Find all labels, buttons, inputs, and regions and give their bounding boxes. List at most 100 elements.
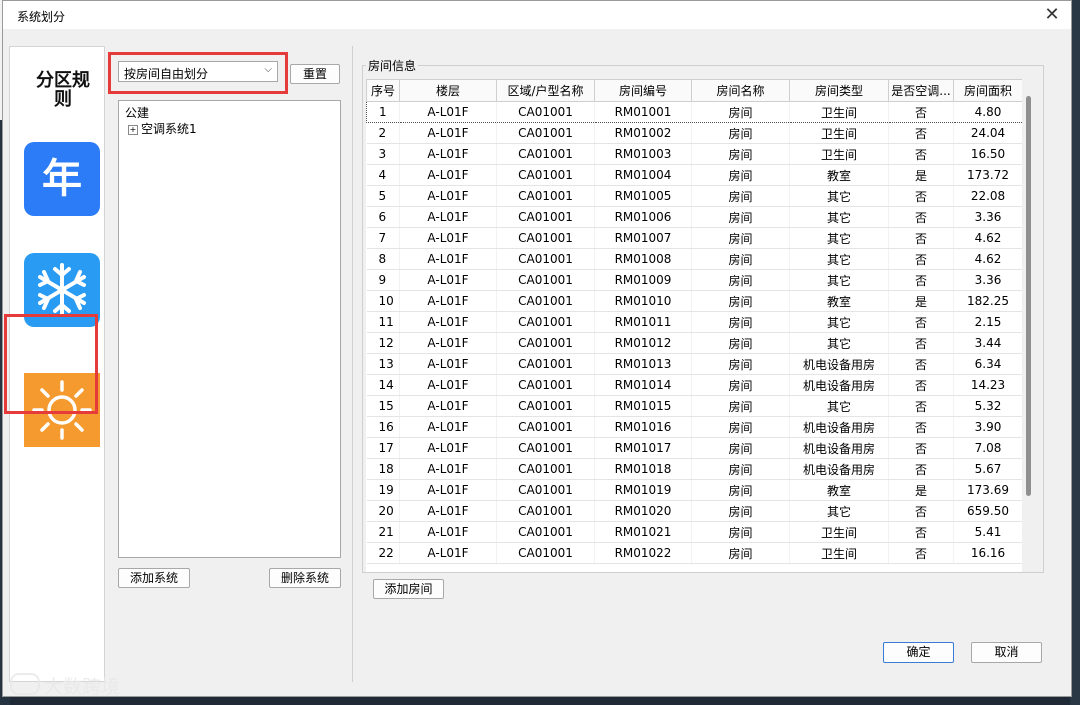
partition-rule-label: 分区规则 [36,70,90,110]
table-row[interactable]: 2 A-L01F CA01001 RM01002 房间 卫生间否 24.04 [366,122,1022,144]
system-tree[interactable]: 公建 + 空调系统1 [118,100,341,558]
column-header[interactable]: 序号 [366,79,400,102]
table-row[interactable]: 15 A-L01F CA01001 RM01015 房间 其它否 5.32 [366,395,1022,417]
add-system-button[interactable]: 添加系统 [118,568,190,588]
table-row[interactable]: 3 A-L01F CA01001 RM01003 房间 卫生间否 16.50 [366,143,1022,165]
table-cell: 其它 [789,269,889,291]
table-cell: A-L01F [399,374,497,396]
table-cell: A-L01F [399,269,497,291]
table-cell: CA01001 [496,332,595,354]
column-header[interactable]: 房间面积 [953,79,1022,102]
table-cell: CA01001 [496,479,595,501]
table-cell: 173.72 [953,164,1022,186]
expand-icon[interactable]: + [128,125,138,135]
table-cell: CA01001 [496,542,595,564]
tree-child-node[interactable]: + 空调系统1 [128,120,197,137]
combo-highlight-frame [108,52,288,94]
table-cell: A-L01F [399,122,497,144]
table-cell: 否 [888,227,954,249]
table-cell: 房间 [691,143,790,165]
table-row[interactable]: 1 A-L01F CA01001 RM01001 房间 卫生间否 4.80 [366,101,1022,123]
delete-system-button[interactable]: 删除系统 [269,568,341,588]
table-cell: 否 [888,353,954,375]
table-cell: CA01001 [496,164,595,186]
table-row[interactable]: 16 A-L01F CA01001 RM01016 房间 机电设备用房否 3.90 [366,416,1022,438]
table-cell: 否 [888,185,954,207]
table-cell: 否 [888,122,954,144]
table-row[interactable]: 5 A-L01F CA01001 RM01005 房间 其它否 22.08 [366,185,1022,207]
table-row[interactable]: 22 A-L01F CA01001 RM01022 房间 卫生间否 16.16 [366,542,1022,564]
table-cell: RM01019 [594,479,692,501]
table-row[interactable]: 8 A-L01F CA01001 RM01008 房间 其它否 4.62 [366,248,1022,270]
column-header[interactable]: 房间类型 [789,79,889,102]
table-cell: RM01012 [594,332,692,354]
table-cell: 16.16 [953,542,1022,564]
table-cell: 房间 [691,269,790,291]
year-icon[interactable]: 年 [24,142,100,216]
ok-button[interactable]: 确定 [883,642,954,663]
table-cell: 其它 [789,206,889,228]
table-cell: 房间 [691,206,790,228]
table-row[interactable]: 14 A-L01F CA01001 RM01014 房间 机电设备用房否 14.23 [366,374,1022,396]
column-header[interactable]: 区域/户型名称 [496,79,595,102]
table-row[interactable]: 21 A-L01F CA01001 RM01021 房间 卫生间否 5.41 [366,521,1022,543]
table-cell: CA01001 [496,290,595,312]
table-cell: CA01001 [496,101,595,123]
table-cell: CA01001 [496,227,595,249]
table-cell: 教室 [789,164,889,186]
table-cell: RM01001 [594,101,692,123]
cancel-button[interactable]: 取消 [971,642,1042,663]
table-cell: A-L01F [399,479,497,501]
table-cell: RM01013 [594,353,692,375]
table-cell: 其它 [789,248,889,270]
table-cell: 是 [888,479,954,501]
table-row[interactable]: 9 A-L01F CA01001 RM01009 房间 其它否 3.36 [366,269,1022,291]
table-row[interactable]: 11 A-L01F CA01001 RM01011 房间 其它否 2.15 [366,311,1022,333]
column-header[interactable]: 是否空调... [888,79,954,102]
table-cell: 房间 [691,437,790,459]
table-row[interactable]: 17 A-L01F CA01001 RM01017 房间 机电设备用房否 7.08 [366,437,1022,459]
table-cell: 否 [888,206,954,228]
room-table[interactable]: 序号 楼层 区域/户型名称 房间编号 房间名称 房间类型 是否空调... 房间面… [366,79,1022,572]
table-cell: 其它 [789,185,889,207]
table-row[interactable]: 10 A-L01F CA01001 RM01010 房间 教室是 182.25 [366,290,1022,312]
table-cell: RM01016 [594,416,692,438]
column-header[interactable]: 房间编号 [594,79,692,102]
table-row[interactable]: 7 A-L01F CA01001 RM01007 房间 其它否 4.62 [366,227,1022,249]
table-cell: RM01018 [594,458,692,480]
column-header[interactable]: 楼层 [399,79,497,102]
table-cell: CA01001 [496,269,595,291]
table-cell: RM01015 [594,395,692,417]
table-cell: RM01004 [594,164,692,186]
table-cell: 22.08 [953,185,1022,207]
table-cell: CA01001 [496,353,595,375]
table-cell: 7 [366,227,400,249]
tree-root-node[interactable]: 公建 [125,104,149,121]
table-cell: 房间 [691,500,790,522]
table-row[interactable]: 6 A-L01F CA01001 RM01006 房间 其它否 3.36 [366,206,1022,228]
table-row[interactable]: 13 A-L01F CA01001 RM01013 房间 机电设备用房否 6.34 [366,353,1022,375]
table-row[interactable]: 4 A-L01F CA01001 RM01004 房间 教室是 173.72 [366,164,1022,186]
table-cell: 1 [366,101,400,123]
table-row[interactable]: 12 A-L01F CA01001 RM01012 房间 其它否 3.44 [366,332,1022,354]
table-cell: 卫生间 [789,542,889,564]
table-row[interactable]: 19 A-L01F CA01001 RM01019 房间 教室是 173.69 [366,479,1022,501]
table-cell: 5.67 [953,458,1022,480]
reset-button[interactable]: 重置 [290,64,340,84]
table-scrollbar[interactable] [1026,96,1031,496]
table-cell: 10 [366,290,400,312]
table-cell: 其它 [789,500,889,522]
table-cell: 否 [888,311,954,333]
table-row[interactable]: 20 A-L01F CA01001 RM01020 房间 其它否 659.50 [366,500,1022,522]
add-room-button[interactable]: 添加房间 [373,579,444,599]
close-icon[interactable]: ✕ [1041,4,1063,26]
column-header[interactable]: 房间名称 [691,79,790,102]
table-cell: CA01001 [496,311,595,333]
table-cell: 其它 [789,227,889,249]
table-cell: A-L01F [399,164,497,186]
table-cell: 机电设备用房 [789,458,889,480]
table-cell: CA01001 [496,248,595,270]
table-cell: 房间 [691,248,790,270]
table-row[interactable]: 18 A-L01F CA01001 RM01018 房间 机电设备用房否 5.67 [366,458,1022,480]
table-cell: A-L01F [399,458,497,480]
